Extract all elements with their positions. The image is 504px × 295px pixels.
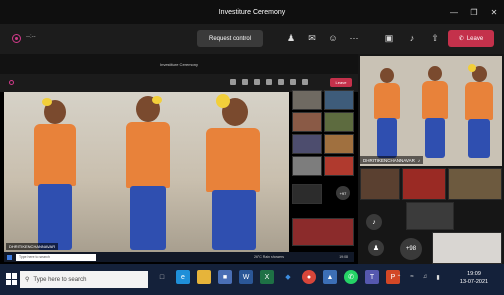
shared-camera-icon xyxy=(278,79,284,85)
mic-icon[interactable]: ♪ xyxy=(406,32,418,44)
camera-icon[interactable]: ▣ xyxy=(383,32,395,44)
participant-mic-icon[interactable]: ♟ xyxy=(368,240,384,256)
photos-icon[interactable]: ▲ xyxy=(323,270,337,284)
participant-tile[interactable] xyxy=(448,168,502,200)
shared-search-box: Type here to search xyxy=(16,253,96,261)
reactions-icon[interactable]: ☺ xyxy=(327,32,339,44)
mic-toggle-icon[interactable]: ♪ xyxy=(366,214,382,230)
whatsapp-icon[interactable]: ✆ xyxy=(344,270,358,284)
wifi-icon[interactable]: ≈ xyxy=(408,273,416,281)
window-titlebar: Investiture Ceremony — ❐ ✕ xyxy=(0,0,504,24)
system-tray: ⌃ ≈ ♫ ▮ xyxy=(395,273,442,281)
meeting-timer: --:-- xyxy=(26,34,36,40)
participant-tile xyxy=(292,218,354,246)
more-actions-icon[interactable]: ⋯ xyxy=(348,32,360,44)
search-icon: ⚲ xyxy=(25,277,30,283)
spotlight-dancer-middle xyxy=(416,66,452,158)
shared-toolbar-icons xyxy=(230,79,308,85)
window-controls: — ❐ ✕ xyxy=(444,0,504,24)
toolbar-right-icons: ▣ ♪ ⇧ xyxy=(383,32,441,44)
store-icon[interactable]: ■ xyxy=(218,270,232,284)
participant-tile xyxy=(292,90,322,110)
excel-icon[interactable]: X xyxy=(260,270,274,284)
shared-taskbar: Type here to search 26°C Rain showers 19… xyxy=(4,252,354,262)
participant-tile xyxy=(292,134,322,154)
taskbar-apps: □ e ■ W X ◆ ● ▲ ✆ T P xyxy=(155,270,400,284)
search-placeholder: Type here to search xyxy=(33,276,87,283)
participant-tile xyxy=(324,156,354,176)
file-explorer-icon[interactable] xyxy=(197,270,211,284)
dancer-right xyxy=(192,94,272,250)
spotlight-dancer-right xyxy=(458,64,498,158)
phone-icon: ✆ xyxy=(458,36,464,42)
request-control-button[interactable]: Request control xyxy=(197,30,263,47)
shared-start-icon xyxy=(7,254,12,260)
participant-tile xyxy=(324,90,354,110)
shared-more-icon xyxy=(266,79,272,85)
participant-tile[interactable] xyxy=(402,168,446,200)
more-participants-button[interactable]: +98 xyxy=(400,238,422,260)
tray-expand-icon[interactable]: ⌃ xyxy=(395,273,403,281)
participant-tile[interactable] xyxy=(406,202,454,230)
shared-chat-icon xyxy=(242,79,248,85)
participant-tile xyxy=(324,112,354,132)
leave-button[interactable]: ✆ Leave xyxy=(448,30,494,47)
shared-mic-icon xyxy=(290,79,296,85)
restore-icon[interactable]: ❐ xyxy=(464,0,484,24)
participants-icon[interactable]: ♟ xyxy=(285,32,297,44)
shared-weather: 26°C Rain showers xyxy=(254,255,284,259)
windows-start-icon[interactable] xyxy=(6,273,18,285)
battery-icon[interactable]: ▮ xyxy=(434,273,442,281)
shared-more-participants: +97 xyxy=(336,186,350,200)
minimize-icon[interactable]: — xyxy=(444,0,464,24)
presenter-name-tag: DHRITIKENCHANNAVAR xyxy=(6,243,59,250)
spotlight-dancer-left xyxy=(368,68,404,158)
shared-window-title: Investiture Ceremony xyxy=(0,54,358,74)
spotlight-name: DHRITIKENCHANNAVAR xyxy=(363,157,415,163)
spotlight-name-tag: DHRITIKENCHANNAVAR ♪ xyxy=(360,156,424,164)
windows-taskbar: ⚲ Type here to search □ e ■ W X ◆ ● ▲ ✆ … xyxy=(0,264,504,295)
shared-leave-button: Leave xyxy=(330,78,352,87)
chat-icon[interactable]: ✉ xyxy=(306,32,318,44)
window-title: Investiture Ceremony xyxy=(218,8,286,16)
shared-reactions-icon xyxy=(254,79,260,85)
clock-time: 19:09 xyxy=(467,271,481,277)
dropbox-icon[interactable]: ◆ xyxy=(281,270,295,284)
teams-icon[interactable]: T xyxy=(365,270,379,284)
dance-video: DHRITIKENCHANNAVAR xyxy=(4,92,289,252)
participant-tile[interactable] xyxy=(432,232,502,264)
spotlight-video xyxy=(360,56,502,166)
participant-tile xyxy=(292,184,322,204)
clock-date: 13-07-2021 xyxy=(459,279,489,285)
taskbar-clock[interactable]: 19:09 13-07-2021 xyxy=(456,270,492,286)
shared-clock: 19:08 xyxy=(339,255,348,259)
dancer-left xyxy=(24,98,84,250)
shared-screen: Investiture Ceremony Leave DHRITIKENCHAN… xyxy=(0,54,358,264)
recording-icon xyxy=(12,34,21,43)
share-screen-icon[interactable]: ⇧ xyxy=(429,32,441,44)
taskbar-search-input[interactable]: ⚲ Type here to search xyxy=(20,271,148,288)
participant-tile[interactable] xyxy=(360,168,400,200)
edge-icon[interactable]: e xyxy=(176,270,190,284)
task-view-icon[interactable]: □ xyxy=(155,270,169,284)
teams-meeting-window: Investiture Ceremony — ❐ ✕ --:-- Request… xyxy=(0,0,504,295)
participant-tile xyxy=(324,134,354,154)
mic-muted-icon: ♪ xyxy=(417,157,421,163)
leave-label: Leave xyxy=(466,35,484,42)
dancer-middle xyxy=(114,96,180,250)
shared-share-icon xyxy=(302,79,308,85)
word-icon[interactable]: W xyxy=(239,270,253,284)
volume-icon[interactable]: ♫ xyxy=(421,273,429,281)
chrome-icon[interactable]: ● xyxy=(302,270,316,284)
meeting-toolbar: --:-- Request control ♟ ✉ ☺ ⋯ ▣ ♪ ⇧ ✆ Le… xyxy=(0,24,504,54)
close-icon[interactable]: ✕ xyxy=(484,0,504,24)
toolbar-center-icons: ♟ ✉ ☺ ⋯ xyxy=(285,32,360,44)
shared-recording-icon xyxy=(9,80,14,85)
shared-participants-icon xyxy=(230,79,236,85)
participants-pane: DHRITIKENCHANNAVAR ♪ ♪ ♟ +98 xyxy=(358,54,504,264)
participant-tile xyxy=(292,156,322,176)
participant-tile xyxy=(292,112,322,132)
